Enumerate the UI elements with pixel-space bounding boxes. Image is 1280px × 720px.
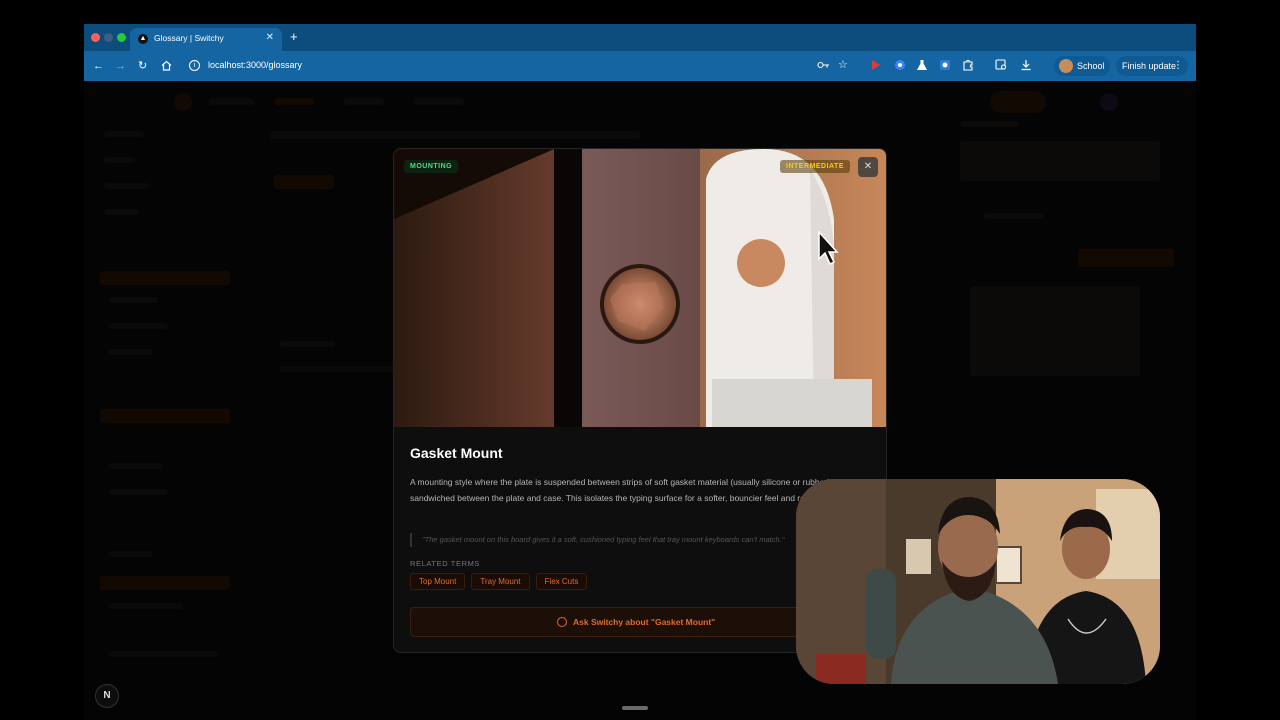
gasket-mount-photo <box>394 149 886 427</box>
close-icon[interactable]: ✕ <box>858 157 878 177</box>
tab-title: Glossary | Switchy <box>154 33 224 43</box>
star-icon[interactable]: ☆ <box>838 58 848 72</box>
related-term-top-mount[interactable]: Top Mount <box>410 573 466 590</box>
arrow-left-icon[interactable]: ← <box>93 59 104 73</box>
avatar <box>1059 59 1073 73</box>
nextjs-icon[interactable]: N <box>95 684 119 708</box>
related-terms-list: Top Mount Tray Mount Flex Cuts <box>410 573 588 590</box>
reload-icon[interactable]: ↻ <box>138 59 147 73</box>
triangle-favicon-icon: ▲ <box>138 34 148 44</box>
term-title: Gasket Mount <box>410 445 503 461</box>
tab-search-icon[interactable] <box>995 59 1008 71</box>
chat-icon <box>557 617 567 627</box>
browser-toolbar: ← → ↻ i localhost:3000/glossary ☆ School… <box>84 51 1196 81</box>
gear-extension-icon[interactable] <box>939 59 951 71</box>
browser-tab[interactable]: ▲ Glossary | Switchy ✕ <box>130 28 282 51</box>
difficulty-badge: INTERMEDIATE <box>780 160 850 173</box>
screen: ▲ Glossary | Switchy ✕ + ← → ↻ i localho… <box>0 0 1280 720</box>
finish-update-label: Finish update <box>1122 61 1177 71</box>
tab-bar: ▲ Glossary | Switchy ✕ + <box>84 24 1196 51</box>
ask-switchy-label: Ask Switchy about "Gasket Mount" <box>573 617 716 627</box>
red-extension-icon[interactable] <box>870 59 882 71</box>
mouse-cursor-icon <box>818 231 839 265</box>
category-badge: MOUNTING <box>404 160 459 173</box>
arrow-right-icon[interactable]: → <box>115 59 126 73</box>
webcam-overlay <box>796 479 1160 684</box>
site-info-icon[interactable]: i <box>189 60 200 71</box>
finish-update-button[interactable]: Finish update ⋮ <box>1116 56 1188 76</box>
address-url: localhost:3000/glossary <box>208 60 303 70</box>
address-bar[interactable]: i localhost:3000/glossary <box>178 55 858 77</box>
profile-label: School <box>1077 61 1105 71</box>
related-term-flex-cuts[interactable]: Flex Cuts <box>535 573 588 590</box>
related-term-tray-mount[interactable]: Tray Mount <box>471 573 530 590</box>
profile-button[interactable]: School <box>1054 56 1110 76</box>
window-minimize-button[interactable] <box>104 33 113 42</box>
window-maximize-button[interactable] <box>117 33 126 42</box>
download-icon[interactable] <box>1020 59 1032 71</box>
tab-close-icon[interactable]: ✕ <box>266 32 274 43</box>
blue-extension-icon[interactable] <box>894 59 906 71</box>
home-indicator <box>622 706 648 710</box>
more-options-icon[interactable]: ⋮ <box>1173 60 1183 71</box>
puzzle-icon[interactable] <box>962 59 974 71</box>
key-icon[interactable] <box>817 60 830 70</box>
window-close-button[interactable] <box>91 33 100 42</box>
flask-extension-icon[interactable] <box>916 59 928 71</box>
new-tab-plus-icon[interactable]: + <box>290 29 298 44</box>
related-terms-heading: RELATED TERMS <box>410 559 481 568</box>
home-icon[interactable] <box>161 60 172 71</box>
